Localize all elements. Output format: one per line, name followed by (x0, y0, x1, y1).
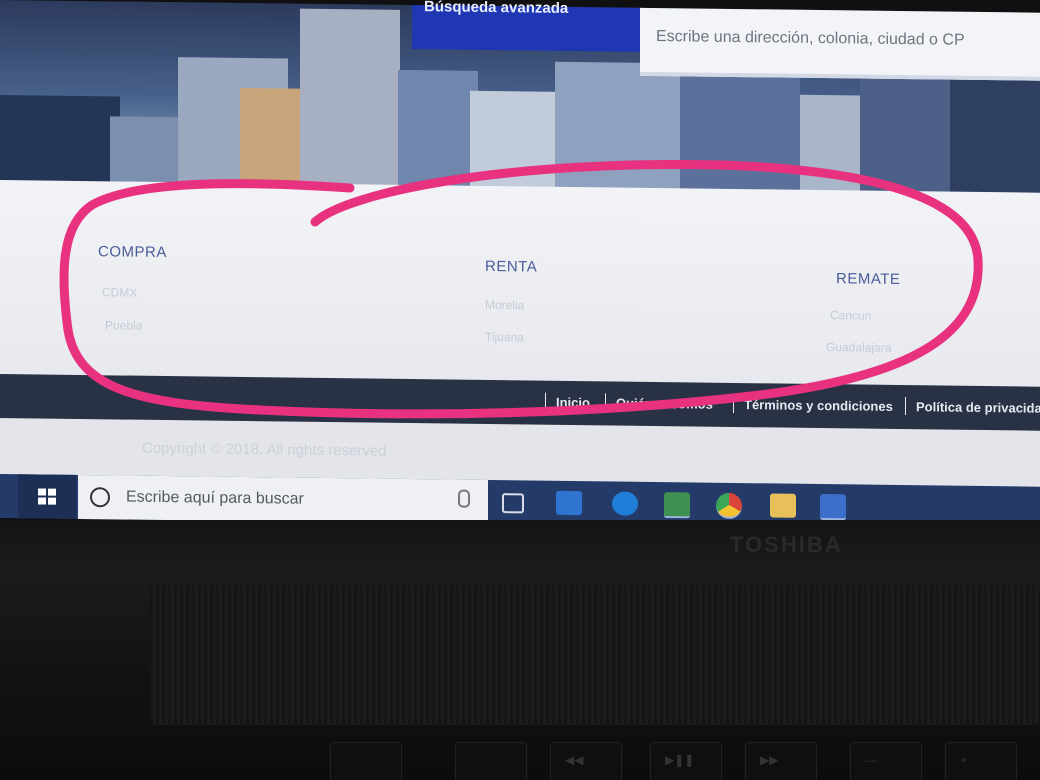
photo-scene: Búsqueda avanzada Escribe una dirección,… (0, 0, 1040, 780)
pink-circle-annotation (59, 159, 983, 419)
